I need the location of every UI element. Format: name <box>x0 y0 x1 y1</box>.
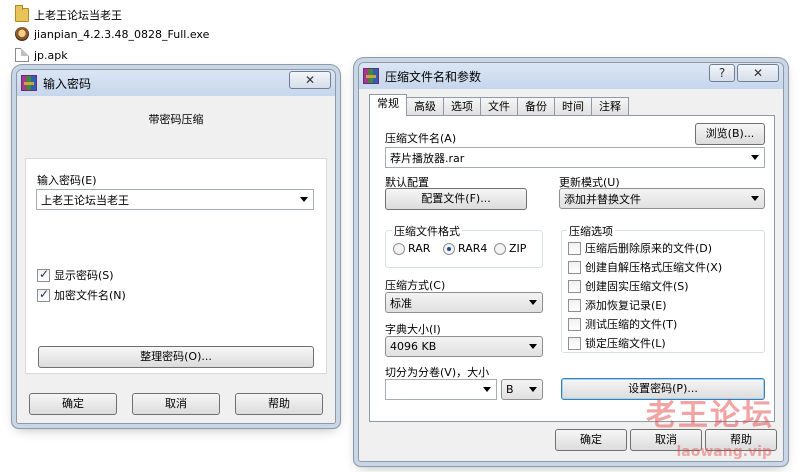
chevron-down-icon <box>529 300 537 305</box>
chevron-down-icon <box>529 387 537 392</box>
tab-general[interactable]: 常规 <box>369 94 407 116</box>
dictionary-size-label: 字典大小(I) <box>385 323 441 336</box>
tab-comment[interactable]: 注释 <box>591 97 629 116</box>
checkbox-label: 测试压缩的文件(T) <box>585 318 678 331</box>
checkbox-label: 创建自解压格式压缩文件(X) <box>585 261 723 274</box>
format-radio-zip[interactable]: ZIP <box>494 242 526 255</box>
compression-method-select[interactable]: 标准 <box>385 292 543 313</box>
profiles-button[interactable]: 配置文件(F)... <box>385 188 527 210</box>
tab-advanced[interactable]: 高级 <box>406 97 444 116</box>
radio-label: RAR <box>408 242 431 255</box>
tab-options[interactable]: 选项 <box>443 97 481 116</box>
radio-icon <box>393 242 405 255</box>
help-question-button[interactable]: ? <box>709 64 735 82</box>
tab-time[interactable]: 时间 <box>554 97 592 116</box>
archive-format-group-title: 压缩文件格式 <box>392 223 462 239</box>
radio-label: ZIP <box>509 242 527 255</box>
option-create-solid[interactable]: 创建固实压缩文件(S) <box>568 278 689 294</box>
checkbox-icon <box>37 287 50 302</box>
file-label: jianpian_4.2.3.48_0828_Full.exe <box>34 27 210 41</box>
help-button[interactable]: 帮助 <box>235 393 323 415</box>
split-volumes-label: 切分为分卷(V)，大小 <box>385 366 490 379</box>
option-add-recovery[interactable]: 添加恢复记录(E) <box>568 297 667 313</box>
encrypt-filenames-checkbox[interactable]: 加密文件名(N) <box>37 287 126 303</box>
chevron-down-icon <box>529 344 537 349</box>
close-button[interactable]: ✕ <box>737 64 779 82</box>
archive-name-label: 压缩文件名(A) <box>385 132 457 145</box>
tab-bar: 常规 高级 选项 文件 备份 时间 注释 <box>369 94 629 116</box>
tab-files[interactable]: 文件 <box>480 97 518 116</box>
update-mode-value: 添加并替换文件 <box>564 192 641 206</box>
watermark-url: laowang.vip <box>676 444 773 460</box>
password-dialog-titlebar[interactable]: 输入密码 ✕ <box>17 70 335 96</box>
option-lock-archive[interactable]: 锁定压缩文件(L) <box>568 335 666 351</box>
chevron-down-icon[interactable] <box>300 197 308 202</box>
compression-options-group-title: 压缩选项 <box>567 223 615 239</box>
dictionary-size-select[interactable]: 4096 KB <box>385 336 543 357</box>
checkbox-label: 显示密码(S) <box>54 269 114 282</box>
desktop-file-apk[interactable]: jp.apk <box>12 46 73 64</box>
close-button[interactable]: ✕ <box>289 71 331 89</box>
chevron-down-icon[interactable] <box>751 155 759 160</box>
cancel-button[interactable]: 取消 <box>132 393 220 415</box>
checkbox-label: 创建固实压缩文件(S) <box>585 280 689 293</box>
checkbox-icon <box>568 241 581 255</box>
ok-button[interactable]: 确定 <box>29 393 117 415</box>
chevron-down-icon[interactable] <box>483 387 491 392</box>
radio-label: RAR4 <box>458 242 488 255</box>
desktop-file-folder[interactable]: 上老王论坛当老王 <box>12 5 127 24</box>
split-unit-value: B <box>506 383 514 396</box>
folder-icon <box>15 5 29 22</box>
dialog-title: 输入密码 <box>43 76 92 91</box>
dialog-heading: 带密码压缩 <box>148 113 204 126</box>
checkbox-label: 加密文件名(N) <box>54 289 126 302</box>
tab-backup[interactable]: 备份 <box>517 97 555 116</box>
file-label: jp.apk <box>34 48 68 62</box>
apk-file-icon <box>15 48 29 62</box>
checkbox-icon <box>568 279 581 293</box>
archive-name-value: 荐片播放器.rar <box>390 151 465 165</box>
chevron-down-icon <box>751 196 759 201</box>
desktop-file-exe[interactable]: jianpian_4.2.3.48_0828_Full.exe <box>12 25 214 43</box>
checkbox-icon <box>568 260 581 274</box>
checkbox-label: 添加恢复记录(E) <box>585 299 667 312</box>
exe-icon <box>15 27 29 41</box>
checkbox-icon <box>568 298 581 312</box>
archive-name-input[interactable]: 荐片播放器.rar <box>385 147 765 168</box>
radio-icon <box>443 242 455 255</box>
watermark-logo: 老王论坛 <box>646 398 774 433</box>
show-password-checkbox[interactable]: 显示密码(S) <box>37 267 114 283</box>
password-dialog: 输入密码 ✕ 带密码压缩 输入密码(E) 上老王论坛当老王 显示密码(S) 加密… <box>16 69 336 424</box>
compression-method-label: 压缩方式(C) <box>385 279 446 292</box>
option-create-sfx[interactable]: 创建自解压格式压缩文件(X) <box>568 259 722 275</box>
update-mode-select[interactable]: 添加并替换文件 <box>559 188 765 209</box>
option-delete-after[interactable]: 压缩后删除原来的文件(D) <box>568 240 712 256</box>
file-label: 上老王论坛当老王 <box>34 9 122 22</box>
checkbox-label: 锁定压缩文件(L) <box>585 337 666 350</box>
dialog-title: 压缩文件名和参数 <box>385 69 482 84</box>
split-size-input[interactable] <box>385 379 497 400</box>
checkbox-icon <box>568 317 581 331</box>
dictionary-size-value: 4096 KB <box>390 340 437 353</box>
format-radio-rar4[interactable]: RAR4 <box>443 242 487 255</box>
archive-dialog-titlebar[interactable]: 压缩文件名和参数 ? ✕ <box>359 63 783 89</box>
browse-button[interactable]: 浏览(B)... <box>695 123 765 145</box>
password-input[interactable]: 上老王论坛当老王 <box>36 189 314 210</box>
checkbox-label: 压缩后删除原来的文件(D) <box>585 242 713 255</box>
checkbox-icon <box>37 267 50 282</box>
split-unit-select[interactable]: B <box>501 379 543 400</box>
organize-passwords-button[interactable]: 整理密码(O)... <box>38 346 314 368</box>
password-input-value: 上老王论坛当老王 <box>41 193 129 207</box>
radio-icon <box>494 242 506 255</box>
winrar-app-icon <box>21 75 37 91</box>
winrar-app-icon <box>363 68 379 84</box>
compression-method-value: 标准 <box>390 296 412 310</box>
checkbox-icon <box>568 336 581 350</box>
format-radio-rar[interactable]: RAR <box>393 242 430 255</box>
option-test-files[interactable]: 测试压缩的文件(T) <box>568 316 677 332</box>
ok-button[interactable]: 确定 <box>555 429 627 451</box>
password-input-label: 输入密码(E) <box>37 174 97 187</box>
